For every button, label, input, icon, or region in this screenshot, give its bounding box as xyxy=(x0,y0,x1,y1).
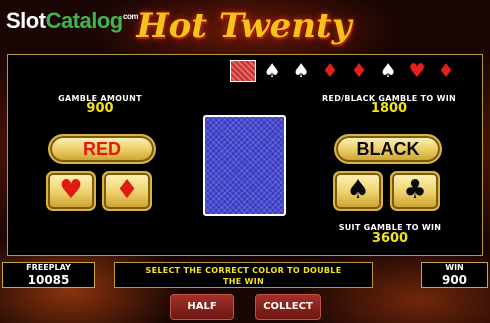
freeplay-label: FREEPLAY xyxy=(26,263,71,272)
message-line1: SELECT THE CORRECT COLOR TO DOUBLE xyxy=(145,266,342,275)
diamond-icon: ♦ xyxy=(433,60,459,82)
heart-button[interactable]: ♥ xyxy=(46,171,96,211)
diamond-icon: ♦ xyxy=(115,175,139,205)
heart-icon: ♥ xyxy=(59,175,83,205)
spade-icon: ♠ xyxy=(375,60,401,82)
watermark-part1: Slot xyxy=(6,8,46,33)
red-button[interactable]: RED xyxy=(48,134,156,164)
heart-icon: ♥ xyxy=(404,60,430,82)
suit-gamble-value: 3600 xyxy=(371,231,409,246)
watermark-part2: Catalog xyxy=(45,8,124,33)
black-button[interactable]: BLACK xyxy=(334,134,442,164)
spade-icon: ♠ xyxy=(346,175,370,205)
redblack-gamble-value: 1800 xyxy=(370,101,408,116)
collect-button[interactable]: COLLECT xyxy=(255,294,321,320)
win-label: WIN xyxy=(445,263,464,272)
game-logo: Hot Twenty xyxy=(136,6,352,46)
message-line2: THE WIN xyxy=(223,277,264,286)
half-button[interactable]: HALF xyxy=(170,294,234,320)
watermark-logo: SlotCatalog com xyxy=(6,7,138,35)
diamond-icon: ♦ xyxy=(317,60,343,82)
face-down-card xyxy=(203,115,286,216)
win-box: WIN 900 xyxy=(421,262,488,288)
win-value: 900 xyxy=(441,273,468,287)
diamond-button[interactable]: ♦ xyxy=(102,171,152,211)
club-icon: ♣ xyxy=(403,175,427,205)
spade-icon: ♠ xyxy=(288,60,314,82)
freeplay-box: FREEPLAY 10085 xyxy=(2,262,95,288)
spade-icon: ♠ xyxy=(259,60,285,82)
card-back-icon xyxy=(230,60,256,82)
freeplay-value: 10085 xyxy=(27,273,70,287)
gamble-amount-value: 900 xyxy=(86,101,114,116)
diamond-icon: ♦ xyxy=(346,60,372,82)
card-history: ♠ ♠ ♦ ♦ ♠ ♥ ♦ xyxy=(230,60,462,84)
instruction-message: SELECT THE CORRECT COLOR TO DOUBLE THE W… xyxy=(114,262,373,288)
spade-button[interactable]: ♠ xyxy=(333,171,383,211)
club-button[interactable]: ♣ xyxy=(390,171,440,211)
